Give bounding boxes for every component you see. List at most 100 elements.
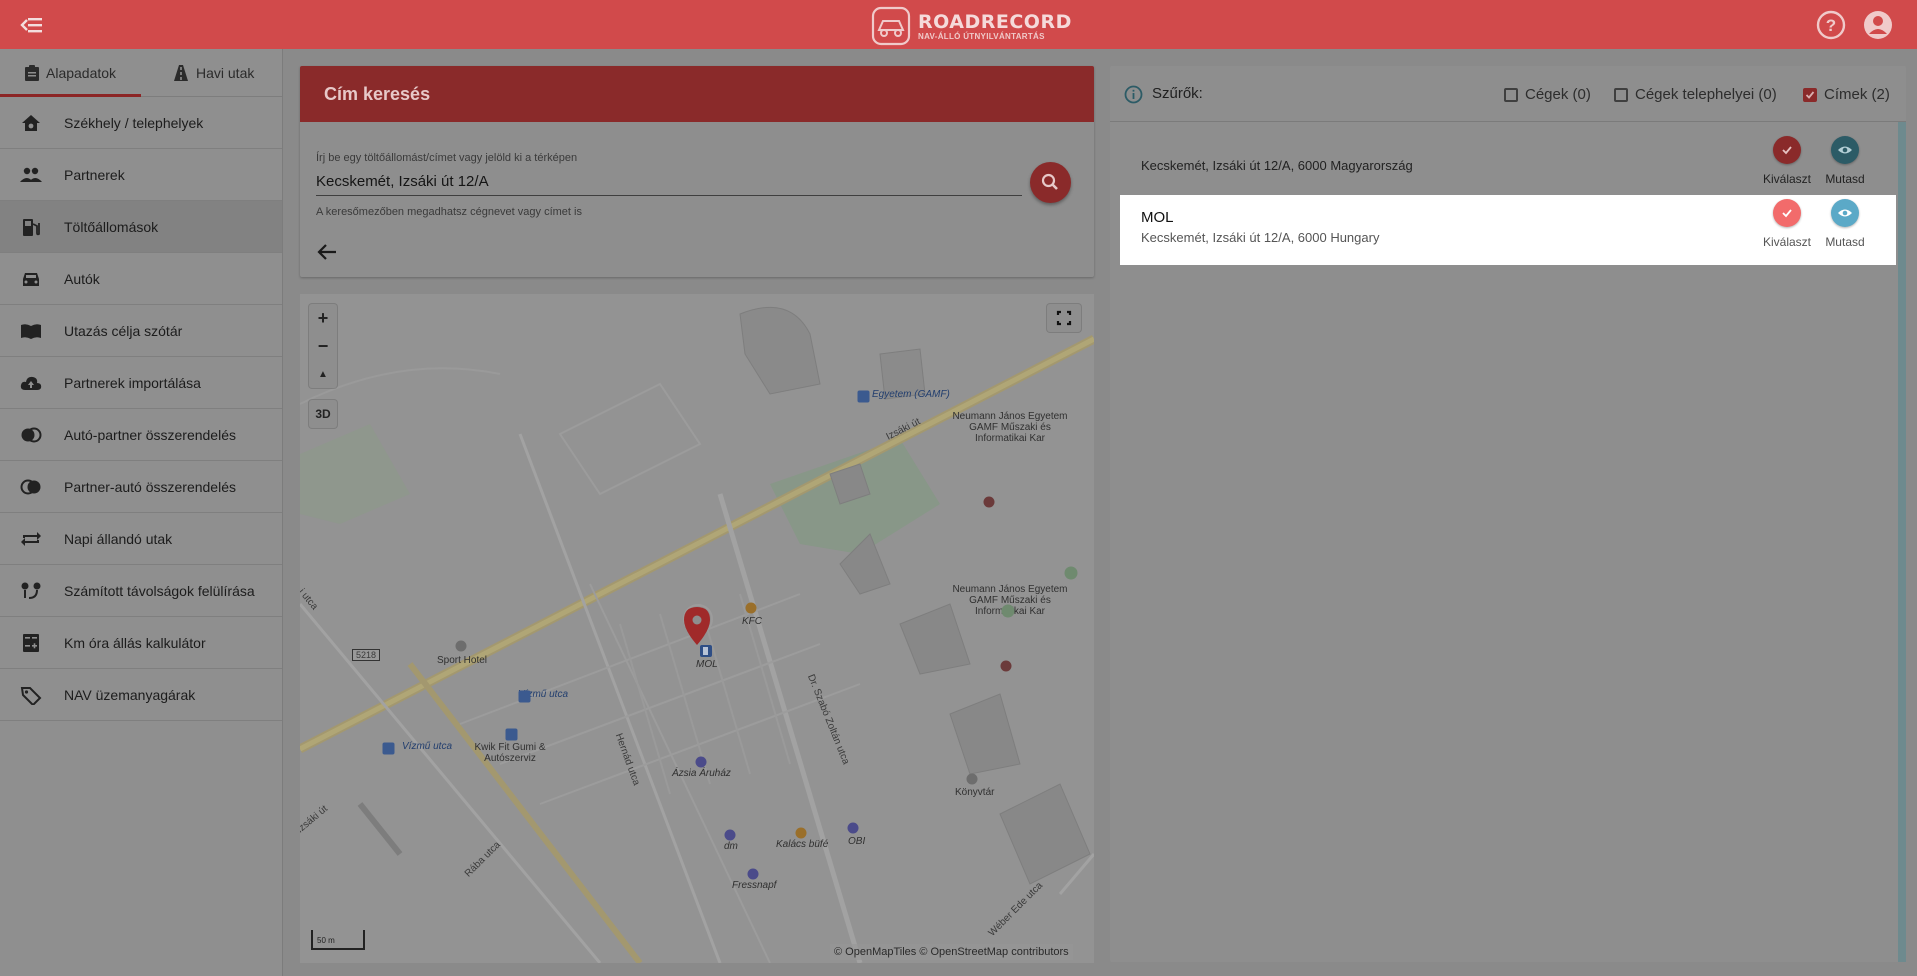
search-button[interactable] [1030,162,1071,203]
compass-button[interactable]: ▲ [309,360,337,388]
sidebar-tabs: Alapadatok Havi utak [0,49,282,97]
checkbox-unchecked-icon [1614,87,1628,102]
filter-cimek-checkbox[interactable]: Címek (2) [1803,86,1890,103]
sidebar-item-label: Töltőállomások [64,218,159,235]
filter-cegek-checkbox[interactable]: Cégek (0) [1504,86,1591,103]
zoom-in-button[interactable]: + [309,304,337,332]
price-tag-icon [20,687,42,705]
sidebar-item-toltoallomasok[interactable]: Töltőállomások [0,201,282,253]
university-marker-icon [983,496,995,508]
select-label: Kiválaszt [1762,172,1812,186]
sidebar-item-auto-partner[interactable]: Autó-partner összerendelés [0,409,282,461]
map-label-obi: OBI [848,836,866,847]
filter-title: Szűrők: [1152,85,1203,102]
toggle-3d-button[interactable]: 3D [309,400,337,428]
search-icon [1041,173,1058,190]
menu-collapse-icon [20,18,42,33]
sidebar-item-label: Autók [64,270,100,287]
sidebar-item-label: Partnerek [64,166,125,183]
back-button[interactable] [316,242,338,262]
fullscreen-button[interactable] [1047,304,1081,332]
home-gear-icon [22,115,40,131]
link-icon [20,479,41,495]
map-attribution[interactable]: © OpenMapTiles © OpenStreetMap contribut… [830,944,1073,960]
info-icon [1124,85,1143,104]
hotel-marker-icon [455,640,467,652]
sidebar-item-label: Utazás célja szótár [64,322,183,339]
map-scale-bar: 50 m [311,930,365,950]
car-icon [23,273,39,286]
sidebar-item-partnerek[interactable]: Partnerek [0,149,282,201]
tab-alapadatok[interactable]: Alapadatok [24,49,116,97]
eye-icon [1838,209,1852,217]
sidebar-item-partner-auto[interactable]: Partner-autó összerendelés [0,461,282,513]
sidebar-item-napi-allando-utak[interactable]: Napi állandó utak [0,513,282,565]
select-result-button[interactable]: Kiválaszt [1757,132,1817,192]
shop-marker-icon [724,829,736,841]
help-circle-icon: ? [1816,10,1846,40]
result-address: Kecskemét, Izsáki út 12/A, 6000 Hungary [1141,230,1380,245]
show-label: Mutasd [1825,172,1865,186]
map-label-kfc: KFC [742,616,762,627]
filter-bar: Szűrők: Cégek (0) Cégek telephelyei (0) … [1110,66,1906,122]
sidebar-item-km-ora-kalkulator[interactable]: Km óra állás kalkulátor [0,617,282,669]
bus-stop-marker-icon [518,690,531,703]
sidebar-item-partnerek-importalasa[interactable]: Partnerek importálása [0,357,282,409]
clipboard-icon [25,65,39,81]
check-icon [1782,209,1792,218]
sidebar-item-label: Székhely / telephelyek [64,114,204,131]
checkbox-unchecked-icon [1504,87,1518,102]
map-label-konyvtar: Könyvtár [955,787,995,798]
show-result-button[interactable]: Mutasd [1815,132,1875,192]
repeat-icon [21,532,41,546]
sidebar-item-autok[interactable]: Autók [0,253,282,305]
fullscreen-icon [1056,310,1072,326]
address-search-input[interactable] [316,168,1022,196]
help-button[interactable]: ? [1815,9,1847,41]
menu-collapse-button[interactable] [20,12,48,38]
show-result-button[interactable]: Mutasd [1815,195,1875,255]
roadrecord-logo[interactable]: ROADRECORD NAV-ÁLLÓ ÚTNYILVÁNTARTÁS [870,5,1071,47]
filter-label: Cégek telephelyei (0) [1635,86,1777,103]
people-icon [20,167,42,182]
map-label-neumann-university: Neumann János Egyetem GAMF Műszaki és In… [952,411,1068,444]
road-icon [174,65,188,81]
sidebar-item-nav-uzemanyagarak[interactable]: NAV üzemanyagárak [0,669,282,721]
search-card-header: Cím keresés [300,66,1094,122]
result-name: MOL [1141,209,1174,226]
zoom-controls: + − ▲ [309,304,337,388]
select-result-button[interactable]: Kiválaszt [1757,195,1817,255]
check-icon [1782,146,1792,155]
cloud-upload-icon [20,376,42,390]
park-marker-icon [1001,604,1015,618]
route-icon [21,582,41,599]
sidebar-item-label: Számított távolságok felülírása [64,582,255,599]
svg-text:?: ? [1826,16,1836,35]
university-marker-icon [1000,660,1012,672]
fuel-pump-icon [23,219,40,236]
account-button[interactable] [1862,9,1894,41]
sidebar-item-label: Napi állandó utak [64,530,173,547]
shop-marker-icon [847,822,859,834]
sidebar-item-utazas-celja[interactable]: Utazás célja szótár [0,305,282,357]
filter-cegek-telephelyei-checkbox[interactable]: Cégek telephelyei (0) [1614,86,1777,103]
tab-havi-utak[interactable]: Havi utak [172,49,254,97]
search-title: Cím keresés [324,84,431,104]
account-circle-icon [1864,11,1892,39]
map-view[interactable]: Egyetem (GAMF) Izsáki út Izsáki út Neuma… [300,294,1094,963]
bus-stop-marker-icon [382,742,395,755]
result-item[interactable]: Kecskemét, Izsáki út 12/A, 6000 Magyaror… [1120,132,1896,202]
checkbox-checked-icon [1803,87,1817,102]
sidebar-item-szamitott-tavolsagok[interactable]: Számított távolságok felülírása [0,565,282,617]
sidebar-item-label: NAV üzemanyagárak [64,686,196,703]
map-label-kwik-fit: Kwik Fit Gumi & Autószerviz [474,742,546,764]
location-pin-icon [684,607,710,645]
map-label-sport-hotel: Sport Hotel [437,655,488,666]
sidebar-item-szekhely[interactable]: Székhely / telephelyek [0,97,282,149]
results-scrollbar[interactable] [1898,122,1906,962]
zoom-out-button[interactable]: − [309,332,337,360]
results-panel: Szűrők: Cégek (0) Cégek telephelyei (0) … [1110,66,1906,962]
filter-label: Cégek (0) [1525,86,1591,103]
result-item-highlighted[interactable]: MOL Kecskemét, Izsáki út 12/A, 6000 Hung… [1120,195,1896,265]
shop-marker-icon [695,756,707,768]
